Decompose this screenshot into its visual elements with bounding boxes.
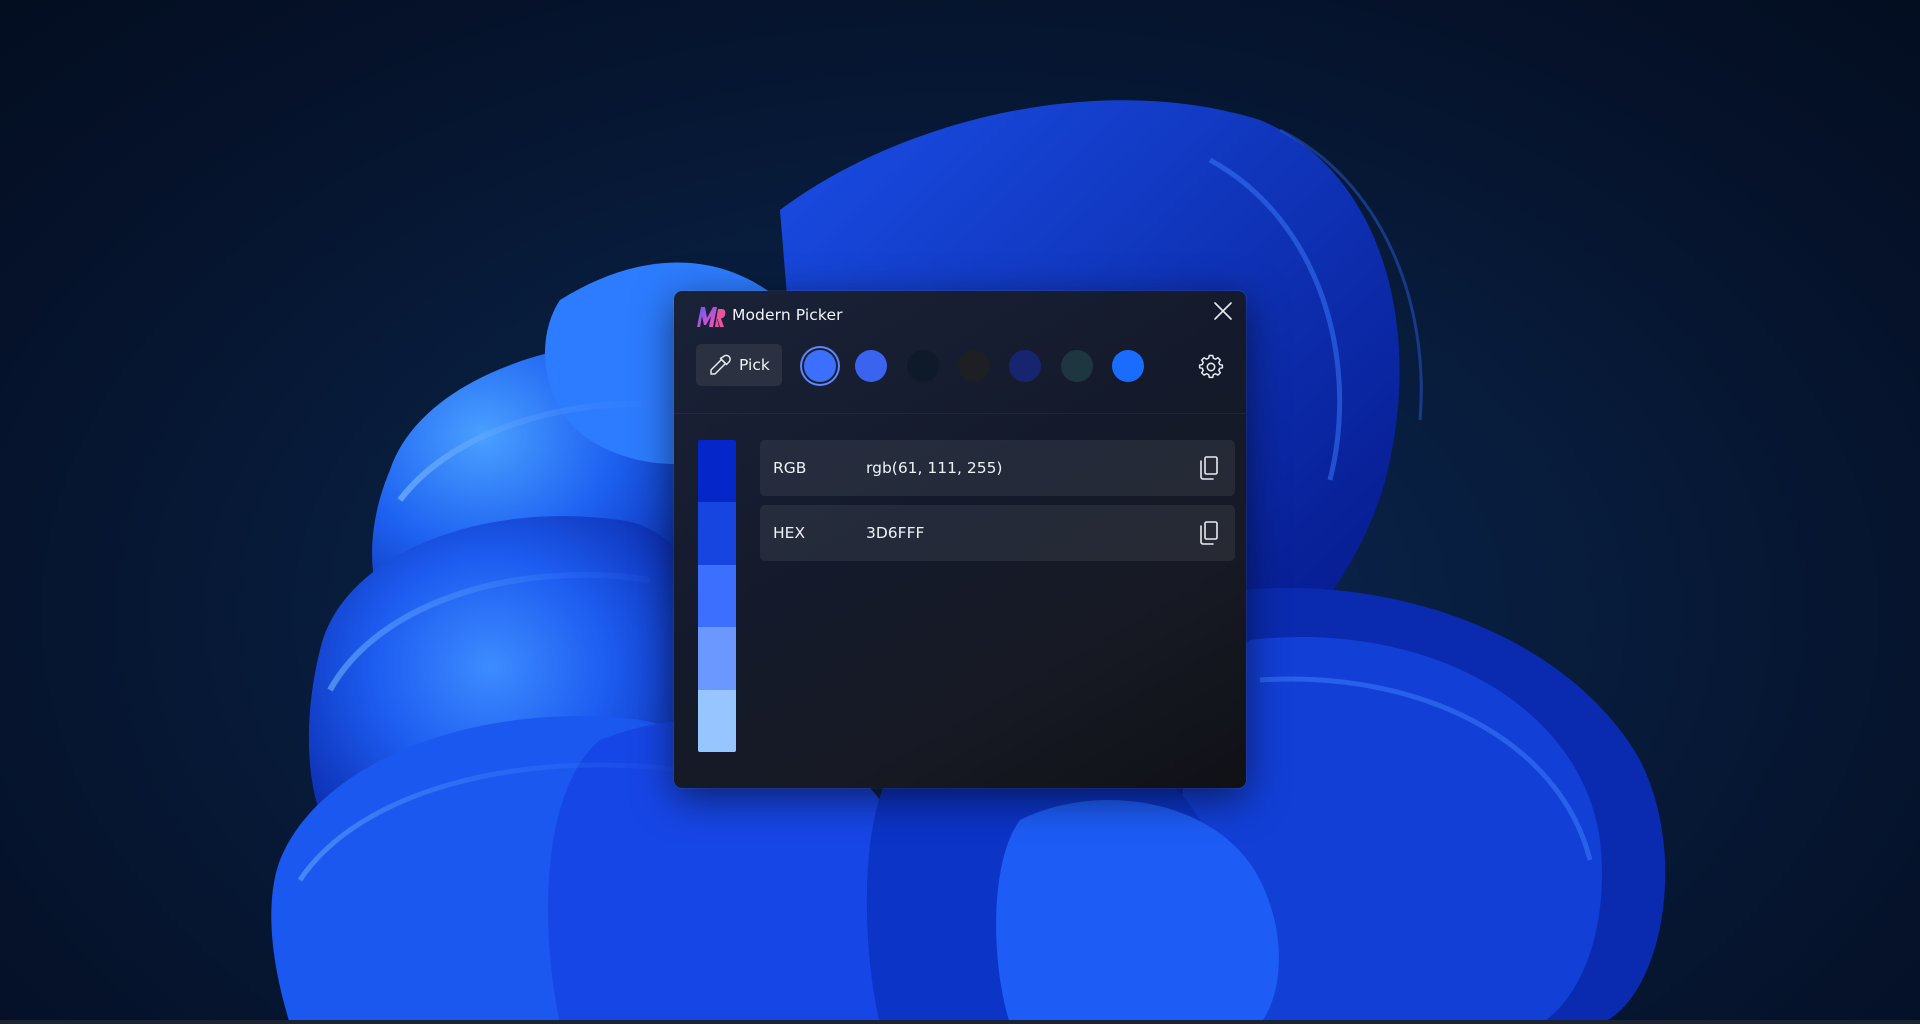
eyedropper-icon — [710, 354, 731, 375]
hex-row: HEX 3D6FFF — [760, 505, 1235, 561]
shade-2[interactable] — [698, 502, 736, 565]
close-icon — [1214, 302, 1232, 320]
toolbar-divider — [674, 413, 1246, 414]
modern-picker-window: Modern Picker Pick RGB rgb(61, 111, 255)… — [674, 291, 1246, 788]
app-title: Modern Picker — [732, 306, 843, 324]
shade-1[interactable] — [698, 440, 736, 503]
close-button[interactable] — [1200, 291, 1246, 331]
history-swatch-6[interactable] — [1061, 350, 1093, 382]
shade-4[interactable] — [698, 627, 736, 690]
copy-rgb-button[interactable] — [1193, 452, 1225, 484]
shades-strip — [698, 440, 736, 752]
toolbar: Pick — [674, 335, 1246, 405]
shade-3[interactable] — [698, 564, 736, 628]
copy-hex-button[interactable] — [1193, 517, 1225, 549]
rgb-value: rgb(61, 111, 255) — [866, 459, 1003, 477]
title-bar[interactable]: Modern Picker — [674, 291, 1246, 335]
pick-button[interactable]: Pick — [696, 344, 782, 386]
copy-icon — [1200, 521, 1218, 545]
history-swatch-1[interactable] — [804, 350, 836, 382]
gear-icon — [1198, 354, 1224, 379]
history-swatch-2[interactable] — [855, 350, 887, 382]
modern-picker-logo-icon — [697, 307, 726, 327]
copy-icon — [1200, 456, 1218, 480]
shade-5[interactable] — [698, 689, 736, 752]
history-swatch-5[interactable] — [1009, 350, 1041, 382]
hex-label: HEX — [773, 524, 806, 542]
pick-label: Pick — [739, 356, 770, 374]
settings-button[interactable] — [1196, 352, 1226, 382]
rgb-label: RGB — [773, 459, 807, 477]
history-swatch-7[interactable] — [1112, 350, 1144, 382]
hex-value: 3D6FFF — [866, 524, 925, 542]
history-swatch-4[interactable] — [958, 350, 990, 382]
history-swatch-3[interactable] — [907, 350, 939, 382]
taskbar-edge — [0, 1020, 1920, 1024]
rgb-row: RGB rgb(61, 111, 255) — [760, 440, 1235, 496]
